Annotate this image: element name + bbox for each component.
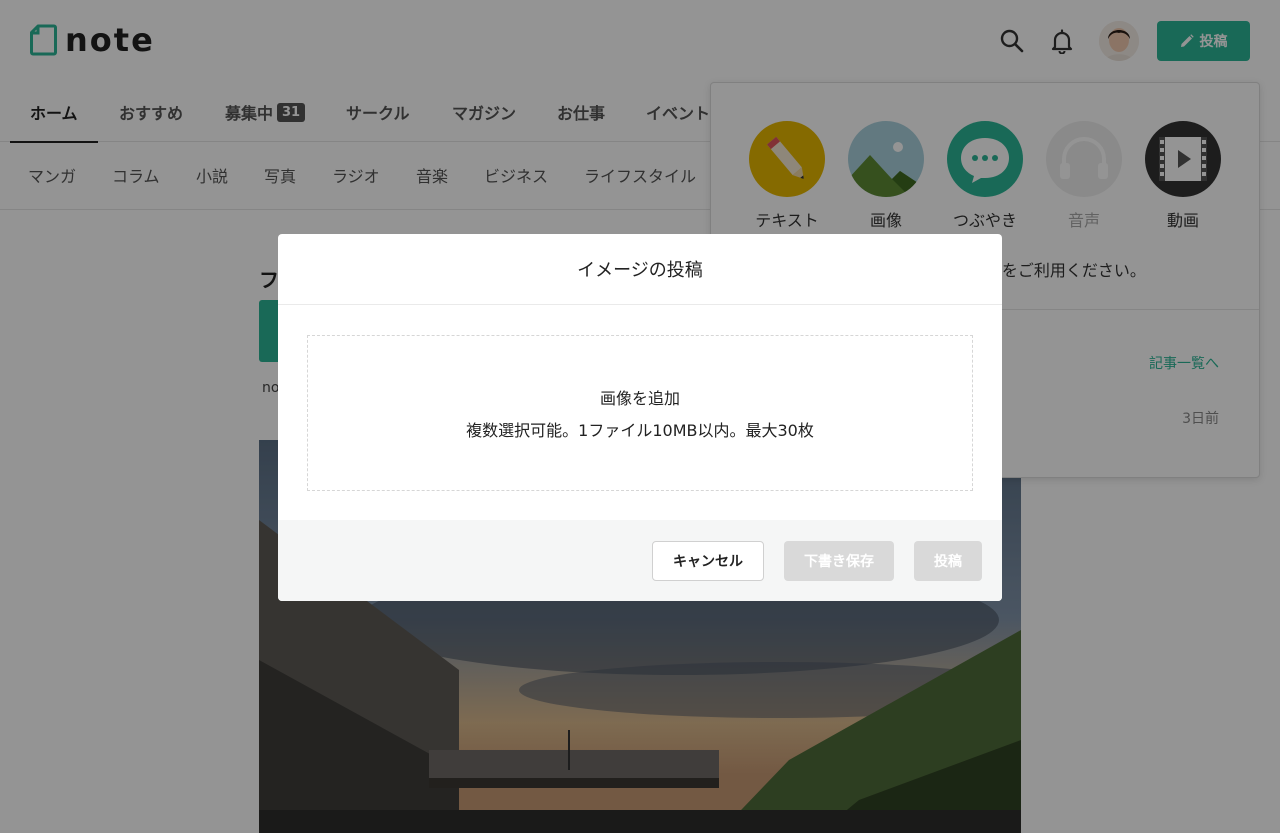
image-dropzone[interactable]: 画像を追加 複数選択可能。1ファイル10MB以内。最大30枚 [307, 335, 973, 491]
add-image-label: 画像を追加 [599, 389, 680, 408]
cancel-button[interactable]: キャンセル [652, 541, 764, 581]
save-draft-button[interactable]: 下書き保存 [784, 541, 894, 581]
modal-title: イメージの投稿 [278, 234, 1002, 305]
upload-constraints: 複数選択可能。1ファイル10MB以内。最大30枚 [466, 421, 814, 440]
image-post-modal: イメージの投稿 画像を追加 複数選択可能。1ファイル10MB以内。最大30枚 キ… [278, 234, 1002, 601]
submit-post-button[interactable]: 投稿 [914, 541, 982, 581]
modal-footer: キャンセル 下書き保存 投稿 [278, 520, 1002, 601]
